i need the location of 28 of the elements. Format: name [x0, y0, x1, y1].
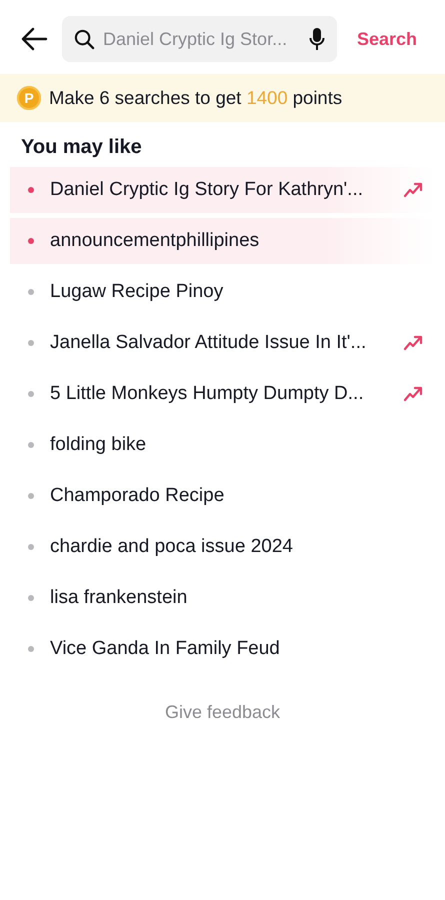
search-query: Daniel Cryptic Ig Stor...	[103, 28, 288, 50]
suggestion-item[interactable]: Daniel Cryptic Ig Story For Kathryn'...	[50, 179, 387, 201]
suggestion-item[interactable]: folding bike	[50, 434, 423, 456]
bullet-icon	[28, 646, 34, 652]
points-message: Make 6 searches to get 1400 points	[49, 87, 342, 109]
bullet-icon	[28, 238, 34, 244]
bullet-icon	[28, 595, 34, 601]
suggestion-item[interactable]: chardie and poca issue 2024	[50, 536, 423, 558]
search-button[interactable]: Search	[351, 28, 418, 50]
back-arrow-icon[interactable]	[20, 27, 48, 51]
bullet-icon	[28, 493, 34, 499]
search-icon	[74, 28, 95, 50]
bullet-icon	[28, 544, 34, 550]
bullet-icon	[28, 289, 34, 295]
bullet-icon	[28, 442, 34, 448]
bullet-icon	[28, 187, 34, 193]
suggestion-item[interactable]: Janella Salvador Attitude Issue In It'...	[50, 332, 387, 354]
section-title: You may like	[20, 135, 143, 160]
bullet-icon	[28, 391, 34, 397]
microphone-icon[interactable]	[309, 27, 325, 51]
suggestion-item[interactable]: Vice Ganda In Family Feud	[50, 638, 423, 660]
suggestion-item[interactable]: lisa frankenstein	[50, 587, 423, 609]
bullet-icon	[28, 340, 34, 346]
suggestion-item[interactable]: Lugaw Recipe Pinoy	[50, 281, 423, 303]
suggestion-item[interactable]: 5 Little Monkeys Humpty Dumpty D...	[50, 383, 387, 405]
suggestion-item[interactable]: announcementphillipines	[50, 230, 423, 252]
suggestion-item[interactable]: Champorado Recipe	[50, 485, 423, 507]
coin-icon: P	[17, 86, 41, 110]
